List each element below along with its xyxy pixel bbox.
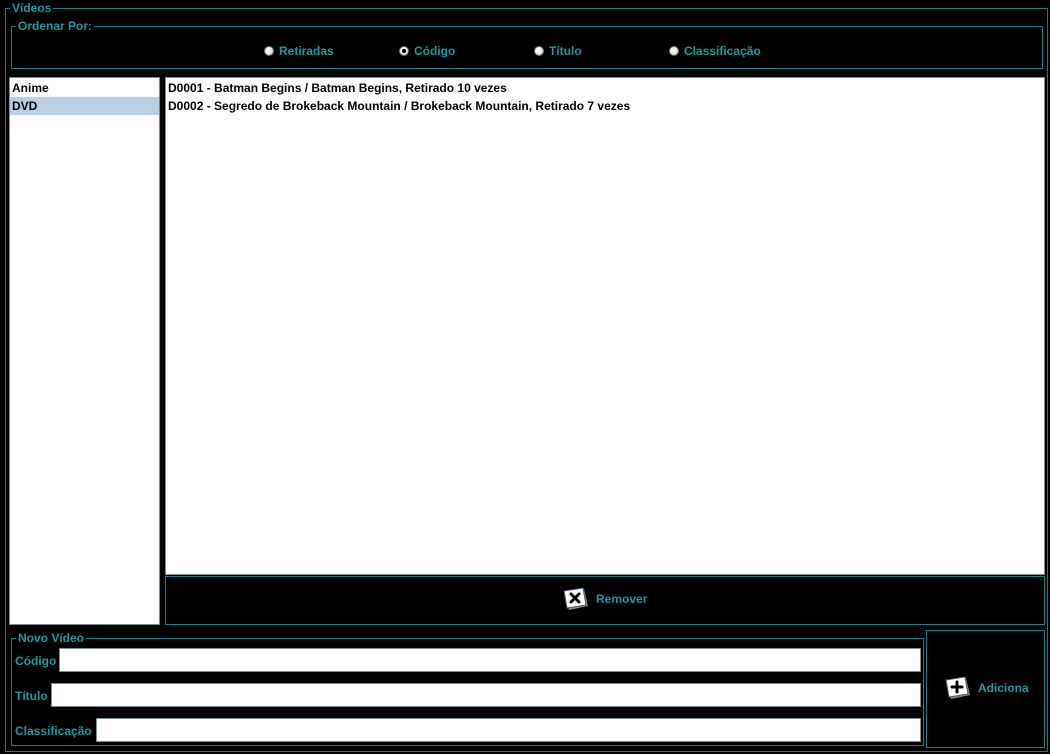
sort-radio-titulo[interactable]: Título [534, 44, 582, 58]
sort-group [11, 26, 1043, 69]
sort-radio-label: Retiradas [279, 44, 334, 58]
classification-label: Classificação [15, 724, 92, 738]
video-list-item[interactable]: D0001 - Batman Begins / Batman Begins, R… [166, 79, 1044, 97]
sort-radio-label: Classificação [684, 44, 761, 58]
add-button[interactable]: Adiciona [944, 676, 1029, 700]
code-label: Código [15, 654, 57, 668]
remove-button[interactable]: Remover [562, 587, 647, 611]
category-item-anime[interactable]: Anime [10, 79, 159, 97]
category-list[interactable]: Anime DVD [9, 77, 160, 625]
videos-panel-title: Vídeos [10, 1, 54, 15]
radio-selected-icon [399, 46, 409, 56]
category-item-dvd[interactable]: DVD [10, 97, 159, 115]
add-icon [945, 676, 970, 699]
title-label: Título [15, 689, 48, 703]
code-field[interactable] [59, 648, 921, 672]
radio-icon [669, 46, 679, 56]
add-button-label: Adiciona [978, 681, 1029, 695]
remove-button-label: Remover [596, 592, 648, 606]
remove-icon [563, 587, 588, 610]
sort-group-title: Ordenar Por: [16, 19, 95, 33]
sort-radio-codigo[interactable]: Código [399, 44, 455, 58]
video-list-item[interactable]: D0002 - Segredo de Brokeback Mountain / … [166, 97, 1044, 115]
new-video-title: Novo Vídeo [16, 631, 87, 645]
sort-radio-label: Título [549, 44, 582, 58]
radio-icon [264, 46, 274, 56]
classification-field[interactable] [96, 718, 921, 742]
sort-radio-retiradas[interactable]: Retiradas [264, 44, 334, 58]
sort-radio-label: Código [414, 44, 456, 58]
title-field[interactable] [51, 683, 921, 707]
radio-icon [534, 46, 544, 56]
video-list[interactable]: D0001 - Batman Begins / Batman Begins, R… [165, 77, 1045, 575]
sort-radio-classificacao[interactable]: Classificação [669, 44, 761, 58]
